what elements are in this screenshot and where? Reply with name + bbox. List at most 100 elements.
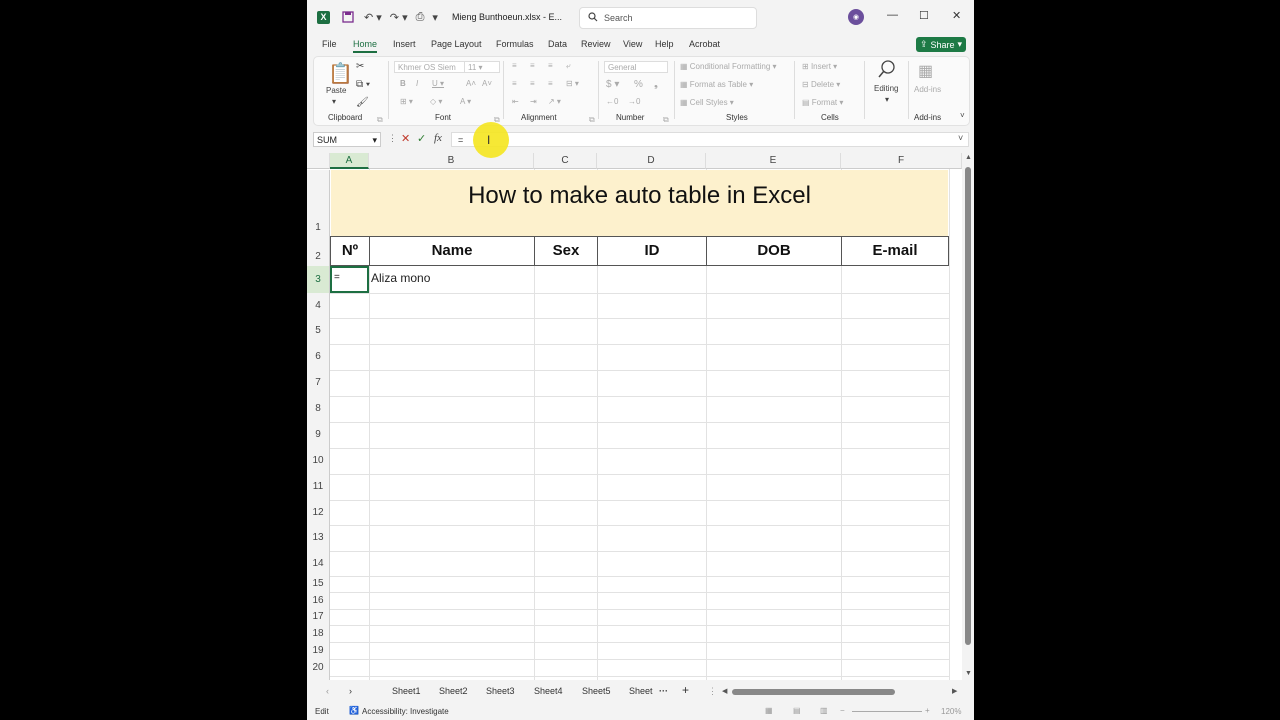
tab-review[interactable]: Review [581,39,611,49]
save-icon[interactable] [342,11,354,23]
search-box[interactable]: Search [579,7,757,29]
tab-help[interactable]: Help [655,39,674,49]
quick-access-icon[interactable]: ⎙ [416,11,425,24]
undo-icon[interactable]: ↶ ▾ [364,11,382,24]
row-header[interactable]: 19 [307,642,330,659]
cut-icon[interactable]: ✂ [356,61,364,72]
paste-icon[interactable]: 📋 [328,61,353,86]
select-all-corner[interactable] [307,153,330,169]
sheet-tab-1[interactable]: Sheet1 [392,686,421,696]
row-header[interactable]: 3 [307,266,330,293]
zoom-in-icon[interactable]: + [925,706,930,715]
zoom-slider[interactable] [852,711,922,712]
italic-icon[interactable]: I [416,79,418,88]
formula-options-icon[interactable]: ⋮ [388,133,397,144]
sheet-tab-5[interactable]: Sheet5 [582,686,611,696]
row-header[interactable]: 5 [307,318,330,344]
wrap-text-icon[interactable]: ⤶ [566,61,570,71]
format-as-table-button[interactable]: ▦ Format as Table ▾ [680,80,753,89]
fill-color-icon[interactable]: ◇ ▾ [430,97,442,106]
vertical-scrollbar[interactable]: ▲ ▼ [963,153,974,680]
normal-view-icon[interactable]: ▦ [765,706,773,715]
insert-function-icon[interactable]: fx [434,132,442,144]
addins-icon[interactable]: ▦ [918,61,933,81]
increase-decimal-icon[interactable]: ←0 [606,97,618,106]
number-launcher-icon[interactable]: ⧉ [663,115,669,125]
column-header-c[interactable]: C [534,153,597,169]
next-sheet-icon[interactable]: › [349,686,352,696]
horizontal-scroll-thumb[interactable] [732,689,895,695]
conditional-formatting-button[interactable]: ▦ Conditional Formatting ▾ [680,62,777,71]
expand-formula-bar-icon[interactable]: ˅ [958,133,963,143]
row-header[interactable]: 20 [307,659,330,676]
tab-acrobat[interactable]: Acrobat [689,39,720,49]
clipboard-launcher-icon[interactable]: ⧉ [377,115,383,125]
header-cell-name[interactable]: Name [369,236,535,266]
editing-label[interactable]: Editing [874,84,898,93]
align-top-icon[interactable]: ≡ [512,61,517,70]
row-header[interactable]: 1 [307,170,330,236]
align-left-icon[interactable]: ≡ [512,79,517,88]
tab-split-icon[interactable]: ⋮ [708,686,717,697]
align-middle-icon[interactable]: ≡ [530,61,535,70]
row-header[interactable]: 8 [307,396,330,422]
row-header[interactable]: 16 [307,592,330,609]
confirm-entry-icon[interactable]: ✓ [417,132,426,145]
zoom-out-icon[interactable]: − [840,706,845,715]
maximize-icon[interactable]: ☐ [919,9,929,22]
scroll-right-icon[interactable]: ▶ [952,687,957,695]
header-cell-id[interactable]: ID [597,236,707,266]
accessibility-status[interactable]: Accessibility: Investigate [362,707,449,716]
header-cell-dob[interactable]: DOB [706,236,842,266]
tab-formulas[interactable]: Formulas [496,39,534,49]
orientation-icon[interactable]: ↗ ▾ [548,97,561,106]
minimize-icon[interactable]: — [887,9,898,21]
sheet-tab-2[interactable]: Sheet2 [439,686,468,696]
borders-icon[interactable]: ⊞ ▾ [400,97,413,106]
zoom-level[interactable]: 120% [941,707,961,716]
editing-chevron-icon[interactable]: ▾ [885,95,889,104]
percent-icon[interactable]: % [634,79,643,90]
header-cell-email[interactable]: E-mail [841,236,949,266]
number-format-select[interactable]: General [604,61,668,73]
page-layout-view-icon[interactable]: ▤ [793,706,801,715]
row-header[interactable]: 13 [307,525,330,551]
insert-cells-button[interactable]: ⊞ Insert ▾ [802,62,837,71]
row-header[interactable]: 9 [307,422,330,448]
delete-cells-button[interactable]: ⊟ Delete ▾ [802,80,840,89]
tab-file[interactable]: File [322,39,337,49]
align-bottom-icon[interactable]: ≡ [548,61,553,70]
currency-icon[interactable]: $ ▾ [606,79,619,90]
tab-insert[interactable]: Insert [393,39,416,49]
header-cell-sex[interactable]: Sex [534,236,598,266]
font-size-select[interactable]: 11 ▾ [464,61,500,73]
sheet-tab-6[interactable]: Sheet [629,686,653,696]
row-header[interactable]: 10 [307,448,330,474]
cancel-entry-icon[interactable]: ✕ [401,132,410,145]
font-color-icon[interactable]: A ▾ [460,97,471,106]
sheet-tab-3[interactable]: Sheet3 [486,686,515,696]
tab-view[interactable]: View [623,39,642,49]
more-sheets-icon[interactable]: ··· [659,686,668,696]
row-header[interactable]: 18 [307,625,330,642]
tab-home[interactable]: Home [353,39,378,53]
row-header[interactable]: 14 [307,551,330,576]
vertical-scroll-thumb[interactable] [965,167,971,645]
increase-font-icon[interactable]: A˄ [466,79,476,88]
decrease-font-icon[interactable]: A˅ [482,79,492,88]
tab-page-layout[interactable]: Page Layout [431,39,482,49]
name-box[interactable]: SUM ▾ [313,132,381,147]
merge-center-icon[interactable]: ⊟ ▾ [566,79,579,88]
copy-icon[interactable]: ⧉ ▾ [356,79,370,90]
row-header[interactable]: 7 [307,370,330,396]
decrease-indent-icon[interactable]: ⇤ [512,97,519,106]
horizontal-scrollbar[interactable]: ◀ ▶ [722,686,962,698]
row-header[interactable]: 4 [307,293,330,318]
collapse-ribbon-icon[interactable]: ˅ [960,111,965,120]
scroll-up-icon[interactable]: ▲ [965,154,972,161]
bold-icon[interactable]: B [400,79,406,88]
accessibility-icon[interactable]: ♿ [349,706,359,715]
header-cell-no[interactable]: Nº [330,236,370,266]
sheet-tab-4[interactable]: Sheet4 [534,686,563,696]
redo-icon[interactable]: ↷ ▾ [390,11,408,24]
